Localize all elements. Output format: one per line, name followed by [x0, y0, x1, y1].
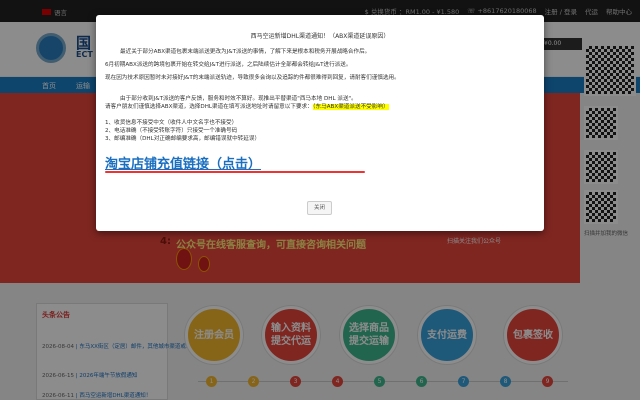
modal-requirement: 1、收货信息不接受中文（收件人中文名字也不接受） — [105, 120, 238, 126]
modal-requirement: 3、邮编准确（DHL对正确邮编要求高，邮编错误就中转延误） — [105, 136, 261, 142]
notice-modal: 西马空运新增DHL渠道通知！（ABX渠道延误原因） 最近关于部分ABX渠道包裹末… — [96, 15, 544, 231]
highlight-note: （东马ABX渠道派送不受影响） — [312, 104, 389, 110]
modal-paragraph: 最近关于部分ABX渠道包裹末端派送更改为J&T派送的事情，了解下来是根本和税务开… — [120, 49, 371, 55]
modal-paragraph: 由于部分收到J&T派送的客户反馈，服务和时效不算好。现推出平替渠道"西马本地 D… — [120, 96, 357, 102]
close-button[interactable]: 关闭 — [307, 201, 332, 215]
modal-title: 西马空运新增DHL渠道通知！（ABX渠道延误原因） — [250, 33, 390, 40]
taobao-recharge-link[interactable]: 淘宝店铺充值链接（点击） — [105, 153, 261, 172]
modal-requirement: 2、电话准确（不接受转账字符）只接受一个准确号码 — [105, 128, 238, 134]
link-underline — [105, 171, 365, 173]
modal-paragraph: 请客户朋友们谨慎选择ABX渠道，选择DHL渠道在填写派送地址时请留意以下要求：（… — [105, 104, 389, 110]
modal-paragraph: 6月初期ABX派送的跨境包裹开始在转交给J&T进行派送，之后陆续估计全部都会转给… — [105, 62, 352, 68]
modal-paragraph: 现在因为技术原因暂时未对接好J&T的末端派送轨迹，导致很多会询以及追踪的件都很难… — [105, 75, 400, 81]
